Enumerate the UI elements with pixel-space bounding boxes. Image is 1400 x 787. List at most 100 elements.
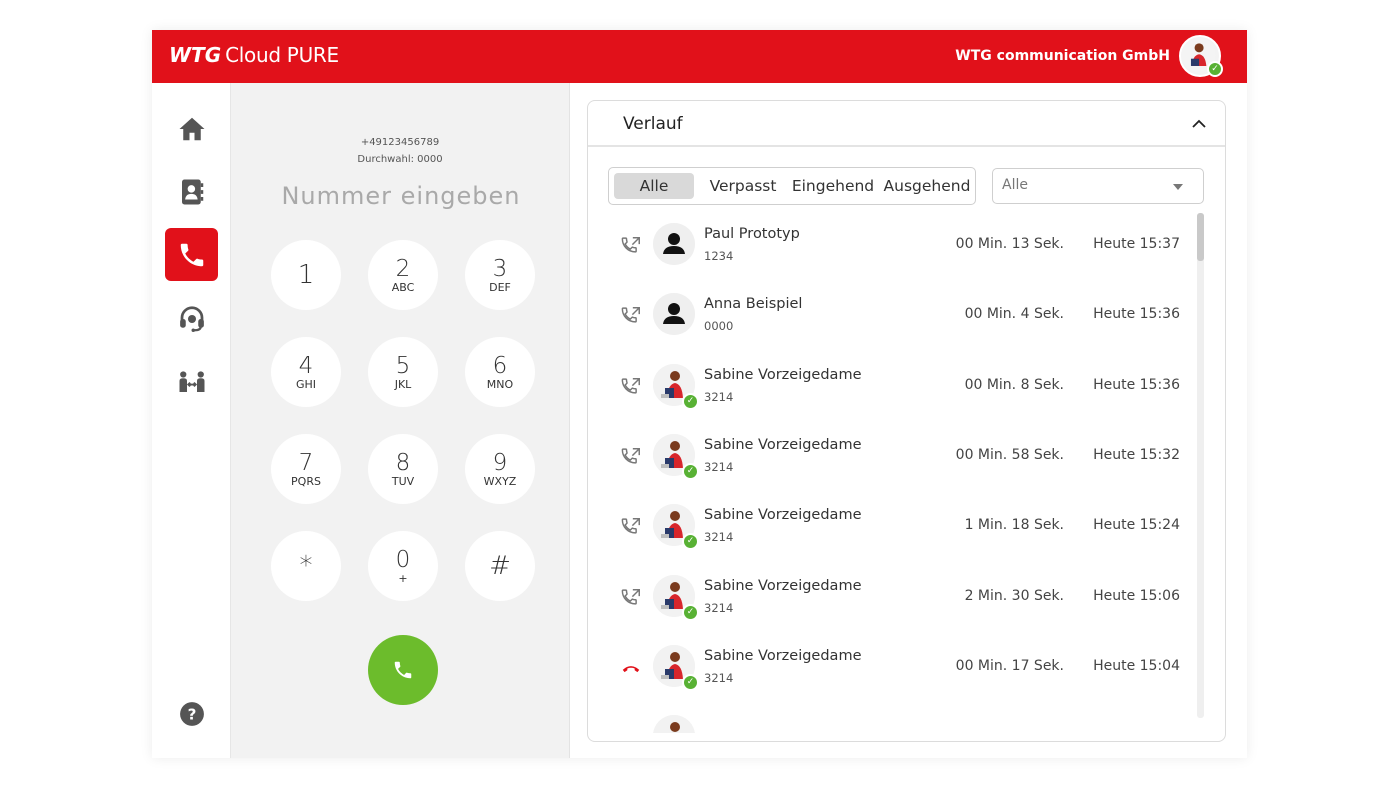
chevron-up-icon[interactable] bbox=[1189, 114, 1209, 134]
tab-eingehend[interactable]: Eingehend bbox=[790, 173, 876, 199]
call-history-list[interactable]: Paul Prototyp 1234 00 Min. 13 Sek. Heute 15… bbox=[608, 213, 1208, 733]
key-0[interactable]: 0 + bbox=[368, 531, 438, 601]
company-name: WTG communication GmbH bbox=[955, 48, 1170, 64]
outgoing-call-icon bbox=[620, 587, 642, 609]
call-time: Heute 15:24 bbox=[1093, 517, 1180, 534]
call-row[interactable]: ✓ Sabine Vorzeigedame 3214 1 Min. 18 Sek. He… bbox=[608, 494, 1188, 564]
contact-avatar: ✓ bbox=[653, 644, 699, 691]
call-time: Heute 15:06 bbox=[1093, 587, 1180, 604]
outgoing-call-icon bbox=[620, 305, 642, 327]
person-icon bbox=[653, 293, 695, 336]
call-duration: 00 Min. 13 Sek. bbox=[955, 236, 1064, 252]
contact-number: 1234 bbox=[704, 249, 734, 263]
logo-brand: WTG bbox=[169, 43, 222, 67]
tab-alle[interactable]: Alle bbox=[614, 173, 694, 199]
phone-number-input[interactable] bbox=[251, 178, 551, 214]
sidebar: ? bbox=[152, 83, 231, 758]
call-duration: 00 Min. 4 Sek. bbox=[964, 306, 1064, 323]
call-row[interactable] bbox=[608, 705, 1188, 733]
scrollbar-thumb[interactable] bbox=[1197, 213, 1204, 261]
tab-verpasst[interactable]: Verpasst bbox=[705, 173, 781, 199]
contact-avatar bbox=[653, 715, 695, 733]
logo-product: Cloud PURE bbox=[225, 43, 339, 67]
call-duration: 00 Min. 58 Sek. bbox=[955, 446, 1064, 463]
contact-name: Sabine Vorzeigedame bbox=[704, 507, 862, 524]
call-duration: 00 Min. 8 Sek. bbox=[964, 376, 1064, 393]
key-7[interactable]: 7 PQRS bbox=[271, 434, 341, 504]
sidebar-item-support[interactable] bbox=[165, 292, 218, 345]
call-row[interactable]: ✓ Sabine Vorzeigedame 3214 00 Min. 58 Sek. H… bbox=[608, 424, 1188, 494]
contact-avatar: ✓ bbox=[653, 363, 699, 410]
contact-number: 3214 bbox=[704, 600, 734, 615]
online-status-icon: ✓ bbox=[682, 603, 699, 621]
outgoing-call-icon bbox=[620, 446, 642, 468]
call-filter-tabs: Alle Verpasst Eingehend Ausgehend bbox=[608, 167, 976, 205]
key-star[interactable]: * bbox=[271, 531, 341, 601]
extension-label: Durchwahl: 0000 bbox=[357, 154, 443, 165]
call-row[interactable]: ✓ Sabine Vorzeigedame 3214 2 Min. 30 Sek. He… bbox=[608, 565, 1188, 635]
history-title: Verlauf bbox=[623, 114, 683, 134]
top-bar: WTG Cloud PURE WTG communication GmbH ✓ bbox=[152, 30, 1247, 83]
sidebar-item-home[interactable] bbox=[165, 102, 218, 155]
key-hash[interactable]: # bbox=[465, 531, 535, 601]
svg-text:?: ? bbox=[187, 705, 196, 723]
app-logo: WTG Cloud PURE bbox=[169, 43, 339, 67]
sidebar-item-team[interactable] bbox=[165, 355, 218, 408]
history-panel: Verlauf Alle Verpasst Eingehend Ausgehen… bbox=[587, 100, 1226, 742]
home-icon bbox=[179, 117, 204, 140]
history-header: Verlauf bbox=[588, 101, 1225, 147]
call-row[interactable]: ✓ Sabine Vorzeigedame 3214 00 Min. 8 Sek. He… bbox=[608, 354, 1188, 424]
contact-number: 0000 bbox=[704, 319, 734, 334]
headset-icon bbox=[179, 305, 204, 332]
contact-name: Sabine Vorzeigedame bbox=[704, 366, 862, 383]
help-button[interactable]: ? bbox=[165, 687, 218, 740]
select-value: Alle bbox=[1002, 177, 1028, 193]
phone-icon bbox=[394, 661, 412, 679]
call-time: Heute 15:32 bbox=[1093, 446, 1180, 463]
online-status-icon: ✓ bbox=[1207, 61, 1223, 77]
contact-number: 3214 bbox=[704, 459, 734, 474]
contact-name: Paul Prototyp bbox=[704, 226, 800, 242]
call-row[interactable]: Anna Beispiel 0000 00 Min. 4 Sek. Heute 15:… bbox=[608, 283, 1188, 353]
sidebar-item-contacts[interactable] bbox=[165, 165, 218, 218]
contact-number: 3214 bbox=[704, 670, 734, 685]
key-6[interactable]: 6 MNO bbox=[465, 337, 535, 407]
call-time: Heute 15:37 bbox=[1093, 236, 1180, 252]
online-status-icon: ✓ bbox=[682, 462, 699, 480]
key-5[interactable]: 5 JKL bbox=[368, 337, 438, 407]
contact-avatar: ✓ bbox=[653, 574, 699, 621]
help-icon: ? bbox=[179, 701, 204, 726]
call-button[interactable] bbox=[368, 635, 438, 705]
tab-ausgehend[interactable]: Ausgehend bbox=[882, 173, 972, 199]
sidebar-item-phone[interactable] bbox=[165, 228, 218, 281]
key-9[interactable]: 9 WXYZ bbox=[465, 434, 535, 504]
scrollbar[interactable] bbox=[1197, 213, 1204, 718]
phone-icon bbox=[180, 243, 203, 266]
call-time: Heute 15:04 bbox=[1093, 657, 1180, 674]
call-duration: 2 Min. 30 Sek. bbox=[964, 587, 1064, 604]
contact-avatar: ✓ bbox=[653, 433, 699, 480]
online-status-icon: ✓ bbox=[682, 533, 699, 551]
call-row[interactable]: Paul Prototyp 1234 00 Min. 13 Sek. Heute 15… bbox=[608, 213, 1188, 283]
people-transfer-icon bbox=[179, 370, 204, 392]
contact-name: Anna Beispiel bbox=[704, 296, 803, 313]
outgoing-call-icon bbox=[620, 516, 642, 538]
call-time: Heute 15:36 bbox=[1093, 306, 1180, 323]
key-3[interactable]: 3 DEF bbox=[465, 240, 535, 310]
key-8[interactable]: 8 TUV bbox=[368, 434, 438, 504]
contact-avatar: ✓ bbox=[653, 504, 699, 551]
call-duration: 00 Min. 17 Sek. bbox=[955, 657, 1064, 674]
contact-name: Sabine Vorzeigedame bbox=[704, 577, 862, 594]
outgoing-call-icon bbox=[620, 376, 642, 398]
dialpad-panel: +49123456789 Durchwahl: 0000 1 2ABC 3DEF… bbox=[231, 83, 570, 758]
key-2[interactable]: 2 ABC bbox=[368, 240, 438, 310]
key-4[interactable]: 4 GHI bbox=[271, 337, 341, 407]
user-avatar[interactable]: ✓ bbox=[1179, 35, 1223, 77]
contact-name: Sabine Vorzeigedame bbox=[704, 647, 862, 664]
call-time: Heute 15:36 bbox=[1093, 376, 1180, 393]
call-row[interactable]: ✓ Sabine Vorzeigedame 3214 00 Min. 17 Sek. H… bbox=[608, 635, 1188, 705]
history-filter-select[interactable]: Alle bbox=[992, 168, 1204, 204]
missed-call-icon bbox=[620, 657, 642, 679]
app-window: WTGCloud PURE WTG communication GmbH ✓ bbox=[152, 30, 1247, 758]
key-1[interactable]: 1 bbox=[271, 240, 341, 310]
